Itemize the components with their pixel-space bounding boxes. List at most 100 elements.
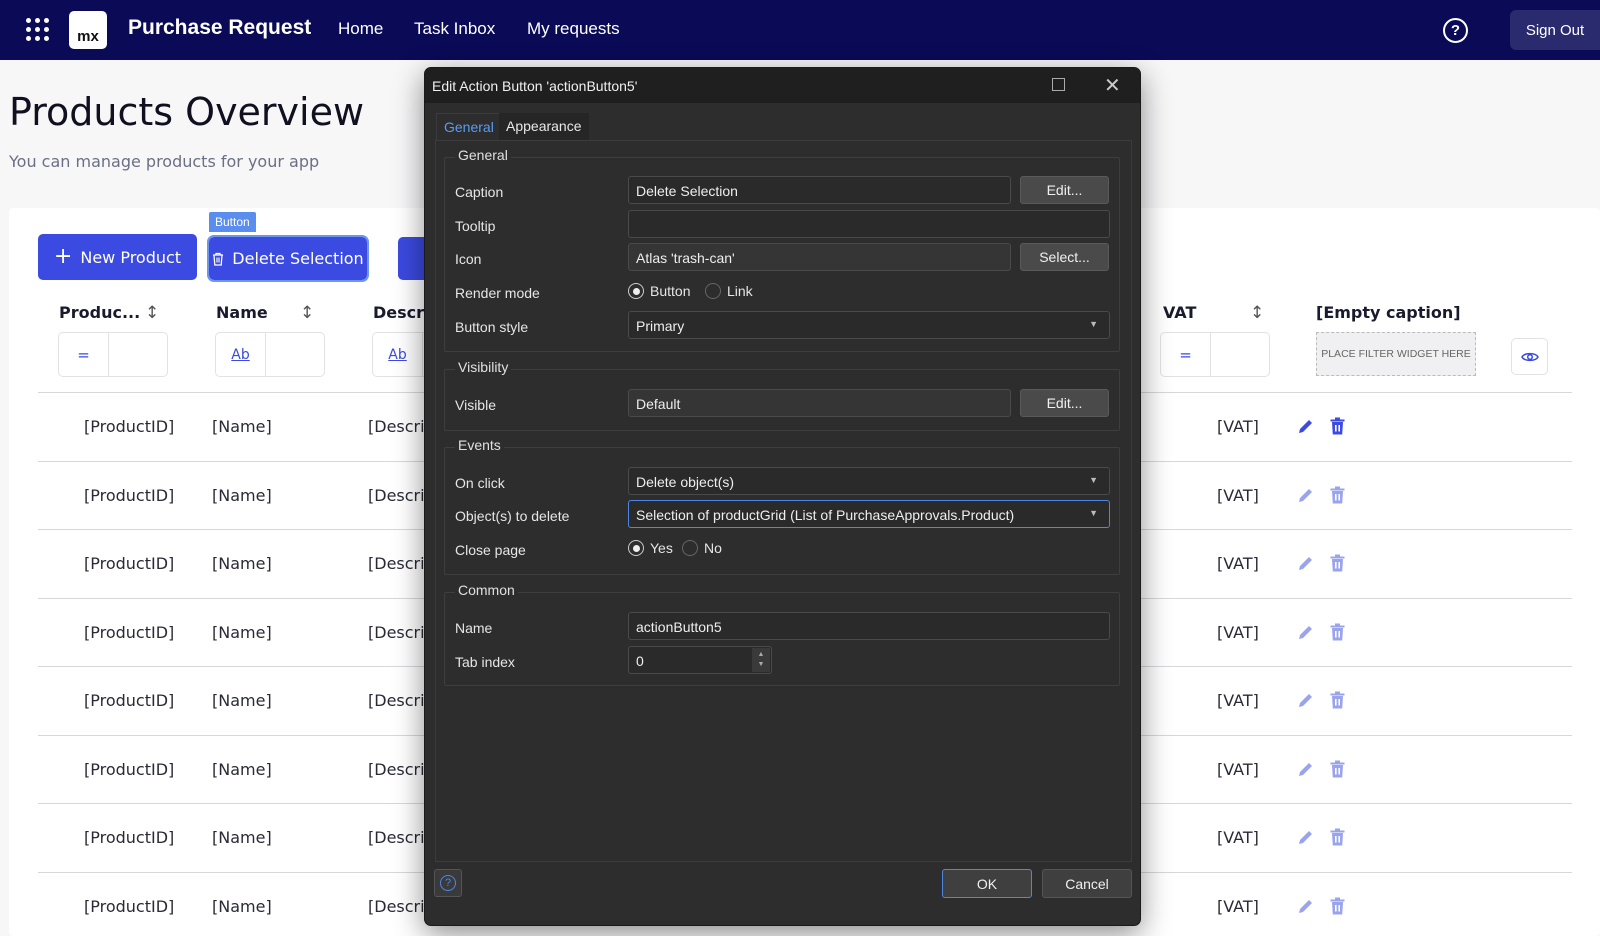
objects-to-delete-dropdown[interactable]: Selection of productGrid (List of Purcha… — [628, 500, 1110, 528]
group-title-visibility: Visibility — [455, 359, 512, 375]
cancel-button[interactable]: Cancel — [1042, 869, 1132, 898]
trash-can-icon[interactable] — [1330, 623, 1345, 645]
group-title-general: General — [455, 147, 511, 163]
close-page-yes-radio[interactable]: Yes — [628, 540, 673, 556]
edit-pencil-icon[interactable] — [1297, 555, 1314, 576]
sign-out-button[interactable]: Sign Out — [1510, 10, 1600, 50]
tab-appearance[interactable]: Appearance — [499, 113, 589, 140]
vat-filter-input[interactable] — [1211, 333, 1269, 376]
cell-name: [Name] — [212, 691, 272, 710]
trash-can-icon — [213, 252, 224, 266]
text-filter-icon[interactable]: Ab — [373, 333, 423, 376]
tooltip-field[interactable] — [628, 210, 1110, 238]
button-style-value: Primary — [636, 318, 685, 334]
edit-pencil-icon[interactable] — [1297, 898, 1314, 919]
icon-label: Icon — [455, 251, 482, 267]
cell-name: [Name] — [212, 759, 272, 779]
edit-action-button-dialog: Edit Action Button 'actionButton5' ✕ Gen… — [424, 67, 1141, 926]
nav-link-task-inbox[interactable]: Task Inbox — [414, 19, 495, 39]
nav-link-my-requests[interactable]: My requests — [527, 19, 620, 39]
selected-widget-tag: Button — [209, 212, 256, 232]
visible-edit-button[interactable]: Edit... — [1020, 389, 1109, 417]
dialog-titlebar[interactable]: Edit Action Button 'actionButton5' ✕ — [425, 68, 1140, 103]
name-field[interactable]: actionButton5 — [628, 612, 1110, 640]
close-page-no-radio[interactable]: No — [682, 540, 722, 556]
cell-productid: [ProductID] — [84, 828, 175, 847]
sort-icon[interactable]: ↕ — [300, 303, 314, 323]
page-subtitle: You can manage products for your app — [9, 152, 320, 171]
radio-checked-icon — [628, 283, 644, 299]
productid-filter-input[interactable] — [109, 333, 167, 376]
close-icon[interactable]: ✕ — [1104, 73, 1121, 97]
trash-can-icon[interactable] — [1330, 417, 1345, 439]
tab-index-spinner[interactable]: 0 ▲ ▼ — [628, 646, 772, 674]
nav-link-home[interactable]: Home — [338, 19, 383, 39]
button-style-label: Button style — [455, 319, 529, 335]
render-mode-button-radio[interactable]: Button — [628, 283, 690, 299]
delete-selection-button[interactable]: Delete Selection — [207, 235, 369, 282]
trash-can-icon[interactable] — [1330, 828, 1345, 850]
icon-field: Atlas 'trash-can' — [628, 243, 1011, 271]
cell-name: [Name] — [212, 417, 272, 436]
radio-unchecked-icon — [705, 283, 721, 299]
cell-vat: [VAT] — [1217, 896, 1259, 916]
cell-vat: [VAT] — [1217, 759, 1259, 779]
cell-productid: [ProductID] — [84, 896, 175, 916]
app-title: Purchase Request — [128, 16, 312, 39]
equals-filter-icon[interactable]: = — [59, 333, 109, 376]
render-mode-link-label: Link — [727, 283, 753, 299]
chevron-down-icon: ▼ — [1089, 319, 1098, 329]
on-click-dropdown[interactable]: Delete object(s) ▼ — [628, 467, 1110, 495]
help-icon: ? — [440, 875, 456, 891]
ok-button[interactable]: OK — [942, 869, 1032, 898]
tab-general[interactable]: General — [436, 113, 502, 140]
trash-can-icon[interactable] — [1330, 897, 1345, 919]
trash-can-icon[interactable] — [1330, 486, 1345, 508]
edit-pencil-icon[interactable] — [1297, 829, 1314, 850]
column-header-name[interactable]: Name — [216, 303, 268, 322]
column-header-productid[interactable]: Produc... — [59, 303, 140, 322]
sort-icon[interactable]: ↕ — [145, 303, 159, 323]
cell-description: [Descri — [368, 485, 425, 505]
edit-pencil-icon[interactable] — [1297, 692, 1314, 713]
trash-can-icon[interactable] — [1330, 760, 1345, 782]
cell-name: [Name] — [212, 896, 272, 916]
help-icon[interactable]: ? — [1443, 18, 1468, 43]
dialog-help-button[interactable]: ? — [434, 869, 462, 897]
column-header-empty-caption: [Empty caption] — [1316, 303, 1461, 322]
visible-label: Visible — [455, 397, 496, 413]
equals-filter-icon[interactable]: = — [1161, 333, 1211, 376]
column-visibility-button[interactable] — [1511, 338, 1548, 375]
button-style-dropdown[interactable]: Primary ▼ — [628, 311, 1110, 339]
edit-pencil-icon[interactable] — [1297, 487, 1314, 508]
sort-icon[interactable]: ↕ — [1250, 303, 1264, 323]
maximize-icon[interactable] — [1052, 78, 1065, 91]
column-header-vat[interactable]: VAT — [1163, 303, 1196, 322]
cell-vat: [VAT] — [1217, 554, 1259, 573]
text-filter-icon[interactable]: Ab — [216, 333, 266, 376]
close-page-label: Close page — [455, 542, 526, 558]
cell-description: [Descri — [368, 828, 425, 847]
caption-label: Caption — [455, 184, 504, 200]
new-product-button[interactable]: + New Product — [38, 234, 197, 280]
app-switcher-grid-icon[interactable] — [26, 18, 50, 42]
cell-name: [Name] — [212, 828, 272, 847]
trash-can-icon[interactable] — [1330, 691, 1345, 713]
caption-field[interactable]: Delete Selection — [628, 176, 1011, 204]
mendix-logo: mx — [69, 11, 107, 49]
render-mode-link-radio[interactable]: Link — [705, 283, 753, 299]
radio-checked-icon — [628, 540, 644, 556]
productid-filter: = — [58, 332, 168, 377]
trash-can-icon[interactable] — [1330, 554, 1345, 576]
edit-pencil-icon[interactable] — [1297, 624, 1314, 645]
cell-description: [Descri — [368, 622, 425, 642]
name-filter-input[interactable] — [266, 333, 324, 376]
spinner-arrows-icon[interactable]: ▲ ▼ — [752, 648, 770, 672]
on-click-label: On click — [455, 475, 505, 491]
icon-select-button[interactable]: Select... — [1020, 243, 1109, 271]
edit-pencil-icon[interactable] — [1297, 418, 1314, 439]
cell-description: [Descri — [368, 554, 425, 573]
edit-pencil-icon[interactable] — [1297, 761, 1314, 782]
caption-edit-button[interactable]: Edit... — [1020, 176, 1109, 204]
cell-vat: [VAT] — [1217, 828, 1259, 847]
